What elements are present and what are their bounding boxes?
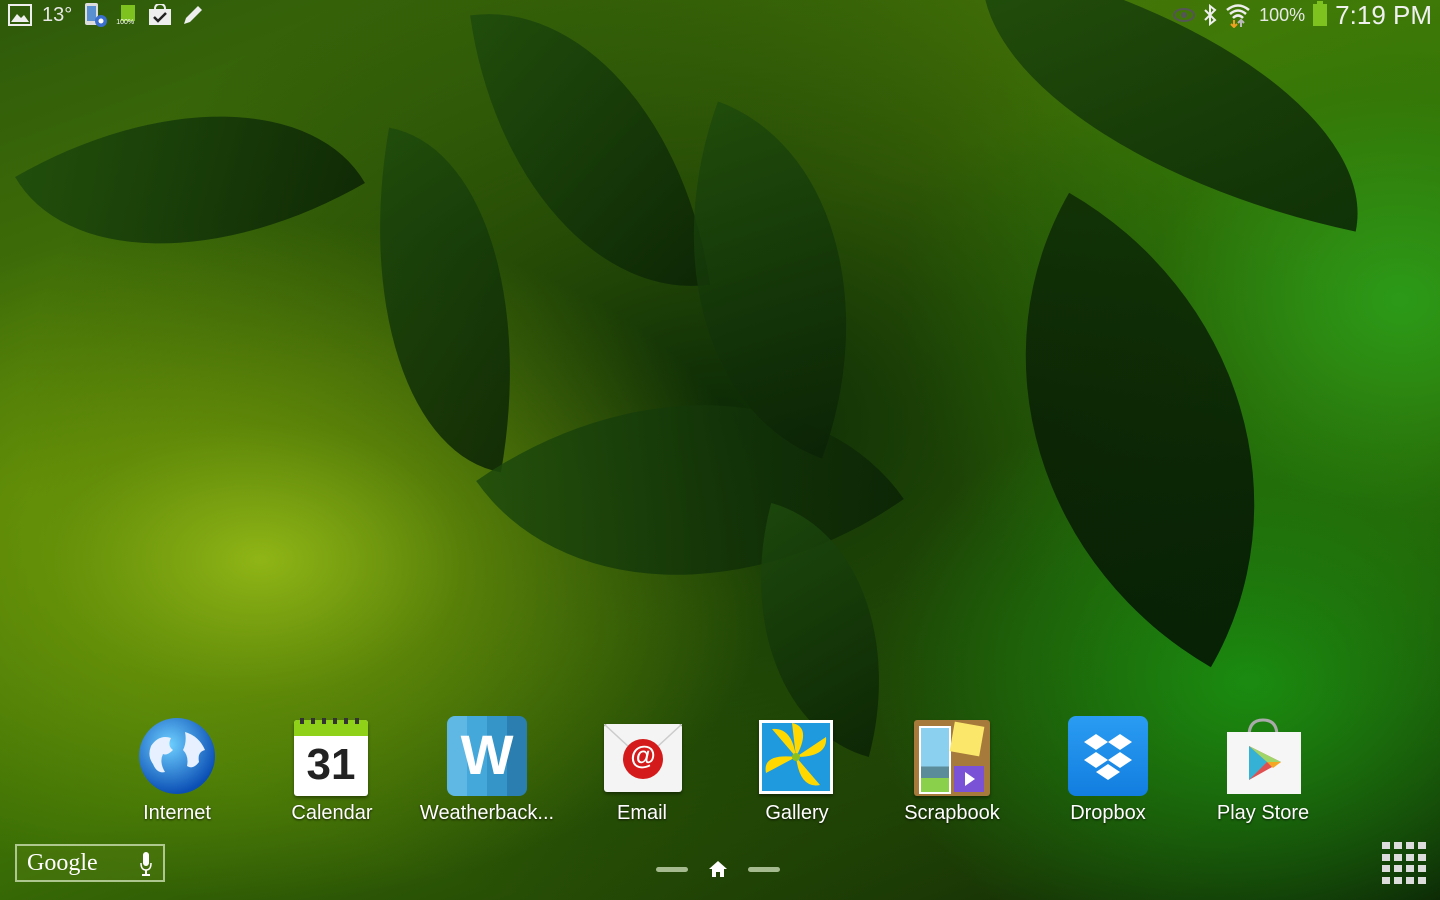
app-scrapbook[interactable]: Scrapbook — [877, 716, 1027, 825]
app-label: Calendar — [291, 802, 373, 824]
clock: 7:19 PM — [1335, 0, 1432, 30]
microphone-icon[interactable] — [139, 851, 153, 877]
gallery-notification-icon — [8, 4, 32, 26]
app-label: Play Store — [1216, 802, 1310, 824]
app-email[interactable]: @ Email — [567, 716, 717, 825]
device-settings-icon — [85, 3, 108, 27]
pencil-icon — [184, 6, 203, 24]
app-label: Gallery — [765, 802, 829, 824]
battery-percent: 100% — [1259, 4, 1306, 25]
app-label: Internet — [143, 802, 211, 824]
home-screen-apps: Internet 31 Calendar W Weatherback... @ … — [0, 716, 1440, 836]
app-internet[interactable]: Internet — [102, 716, 252, 825]
app-label: Weatherback... — [419, 802, 555, 824]
gallery-icon — [757, 716, 837, 796]
app-gallery[interactable]: Gallery — [722, 716, 872, 825]
app-weatherbug[interactable]: W Weatherback... — [412, 716, 562, 825]
shopping-bag-check-icon — [149, 4, 172, 25]
eye-icon — [1173, 8, 1196, 22]
app-play-store[interactable]: Play Store — [1188, 716, 1338, 825]
globe-icon — [137, 716, 217, 796]
dropbox-icon — [1068, 716, 1148, 796]
apps-grid-icon[interactable] — [1382, 842, 1426, 884]
app-label: Email — [616, 802, 667, 824]
bluetooth-icon — [1204, 4, 1217, 26]
play-store-icon — [1223, 716, 1303, 796]
email-icon: @ — [602, 716, 682, 796]
calendar-icon: 31 — [292, 716, 372, 796]
temperature-text: 13° — [42, 3, 73, 26]
page-dot[interactable] — [656, 866, 688, 872]
calendar-day: 31 — [306, 740, 356, 789]
app-label: Scrapbook — [904, 802, 1000, 824]
status-bar[interactable]: 13° 100% 100% 7:19 PM — [0, 0, 1440, 30]
app-dropbox[interactable]: Dropbox — [1033, 716, 1183, 825]
app-calendar[interactable]: 31 Calendar — [257, 716, 407, 825]
weatherbug-icon: W — [447, 716, 527, 796]
battery-100-notification-icon: 100% — [116, 3, 138, 27]
page-dot[interactable] — [748, 866, 780, 872]
scrapbook-icon — [912, 716, 992, 796]
google-search-widget[interactable]: Google — [15, 844, 165, 882]
app-label: Dropbox — [1070, 802, 1146, 824]
google-label: Google — [27, 850, 98, 876]
wifi-icon — [1226, 4, 1250, 28]
battery-icon — [1313, 1, 1328, 26]
page-indicator — [656, 860, 780, 878]
home-page-icon[interactable] — [708, 860, 728, 878]
